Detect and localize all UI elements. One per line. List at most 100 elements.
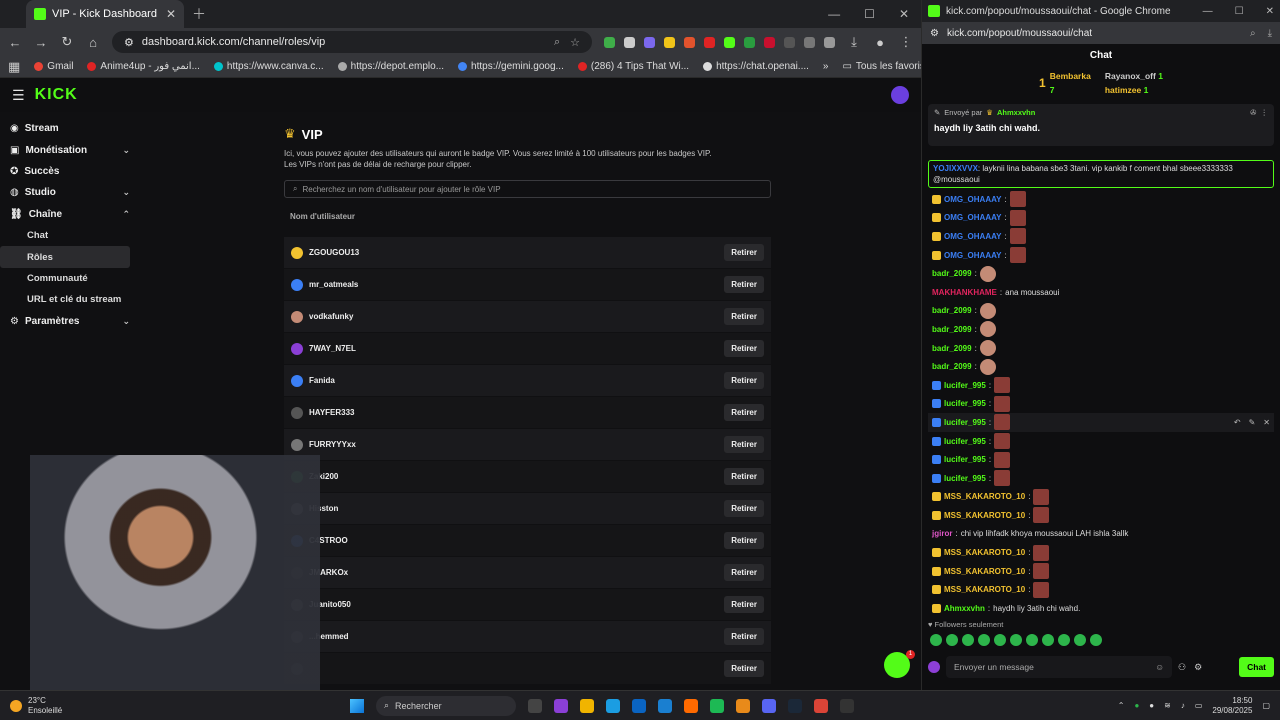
kebab-menu-icon[interactable]: ⋮ (899, 34, 913, 50)
extension-icon[interactable] (764, 36, 775, 48)
unpin-icon[interactable]: ✇ (1250, 108, 1256, 117)
emote-icon[interactable] (946, 634, 958, 646)
home-icon[interactable]: ⌂ (86, 35, 100, 50)
chat-username[interactable]: lucifer_995 (944, 437, 986, 446)
chat-username[interactable]: MAKHANKHAME (932, 288, 997, 297)
bookmarks-overflow-icon[interactable]: » (823, 61, 829, 72)
extension-icon[interactable] (604, 36, 615, 48)
remove-vip-button[interactable]: Retirer (724, 340, 764, 357)
delete-icon[interactable]: ✕ (1263, 418, 1270, 427)
vip-username[interactable]: mr_oatmeals (309, 280, 358, 289)
close-tab-icon[interactable]: ✕ (166, 7, 176, 21)
leader-second-name[interactable]: Rayanox_off (1105, 71, 1156, 81)
chat-username[interactable]: badr_2099 (932, 269, 972, 278)
pinned-message[interactable]: ✎ Envoyé par ♛ Ahmxxvhn ✇ ⋮ haydh liy 3a… (928, 104, 1274, 146)
chat-username[interactable]: lucifer_995 (944, 455, 986, 464)
remove-vip-button[interactable]: Retirer (724, 532, 764, 549)
emote-icon[interactable] (1074, 634, 1086, 646)
chat-username[interactable]: OMG_OHAAAY (944, 232, 1002, 241)
edge-icon[interactable] (606, 698, 620, 713)
browser-tab[interactable]: VIP - Kick Dashboard ✕ (26, 0, 184, 28)
emote-icon[interactable] (930, 634, 942, 646)
remove-vip-button[interactable]: Retirer (724, 244, 764, 261)
windows-start-icon[interactable] (350, 698, 364, 713)
app-icon[interactable] (554, 698, 568, 713)
zoom-icon[interactable]: ⌕ (554, 36, 560, 49)
firefox-icon[interactable] (684, 698, 698, 713)
outlook-icon[interactable] (632, 698, 646, 713)
chat-message[interactable]: OMG_OHAAAY: (928, 209, 1274, 228)
chat-message[interactable]: Ahmxxvhn: haydh liy 3atih chi wahd. (928, 599, 1274, 618)
chat-username[interactable]: MSS_KAKAROTO_10 (944, 585, 1025, 594)
chat-message[interactable]: OMG_OHAAAY: (928, 190, 1274, 209)
extension-icon[interactable] (784, 36, 795, 48)
apps-grid-icon[interactable]: ▦ (8, 59, 20, 75)
download-icon[interactable]: ⤓ (1268, 28, 1272, 39)
chat-message[interactable]: MSS_KAKAROTO_10: (928, 580, 1274, 599)
bookmark-gmail[interactable]: Gmail (34, 61, 73, 72)
spotify-icon[interactable] (710, 698, 724, 713)
vip-username[interactable]: HAYFER333 (309, 408, 355, 417)
extension-icon[interactable] (704, 36, 715, 48)
chat-username[interactable]: lucifer_995 (944, 418, 986, 427)
chat-username[interactable]: OMG_OHAAAY (944, 213, 1002, 222)
sidebar-item-roles[interactable]: Rôles (0, 246, 130, 268)
chat-username[interactable]: lucifer_995 (944, 381, 986, 390)
user-avatar[interactable] (891, 86, 909, 104)
minimize-icon[interactable]: — (1203, 6, 1213, 17)
sidebar-item-succes[interactable]: ✪ Succès (0, 161, 140, 182)
remove-vip-button[interactable]: Retirer (724, 436, 764, 453)
volume-icon[interactable]: ♪ (1181, 701, 1185, 710)
emote-icon[interactable] (1058, 634, 1070, 646)
new-tab-icon[interactable]: ＋ (192, 4, 206, 24)
tray-app-icon[interactable]: ● (1134, 701, 1139, 710)
highlighted-message[interactable]: YOJIXXVVX: layknii lina babana sbe3 3tan… (928, 160, 1274, 188)
chat-username[interactable]: MSS_KAKAROTO_10 (944, 511, 1025, 520)
bookmark-canva[interactable]: https://www.canva.c... (213, 61, 324, 72)
remove-vip-button[interactable]: Retirer (724, 404, 764, 421)
close-window-icon[interactable]: ✕ (1266, 6, 1274, 17)
remove-vip-button[interactable]: Retirer (724, 468, 764, 485)
chat-username[interactable]: MSS_KAKAROTO_10 (944, 492, 1025, 501)
chat-message[interactable]: badr_2099: (928, 320, 1274, 339)
chat-username[interactable]: lucifer_995 (944, 399, 986, 408)
emote-icon[interactable] (1010, 634, 1022, 646)
sidebar-item-monetisation[interactable]: ▣ Monétisation ⌄ (0, 139, 140, 160)
chat-message[interactable]: lucifer_995: (928, 450, 1274, 469)
chat-message-input[interactable]: Envoyer un message ☺ (946, 656, 1172, 678)
vip-username[interactable]: Fanida (309, 376, 335, 385)
chat-username[interactable]: MSS_KAKAROTO_10 (944, 567, 1025, 576)
bookmark-anime[interactable]: Anime4up - انمي فور... (87, 61, 200, 72)
bookmark-gemini[interactable]: https://gemini.goog... (458, 61, 564, 72)
app-icon[interactable] (736, 698, 750, 713)
remove-vip-button[interactable]: Retirer (724, 276, 764, 293)
hamburger-menu-icon[interactable]: ☰ (12, 87, 25, 104)
chat-message[interactable]: lucifer_995: (928, 395, 1274, 414)
sidebar-item-communaute[interactable]: Communauté (0, 268, 140, 289)
chat-username[interactable]: badr_2099 (932, 325, 972, 334)
emote-icon[interactable] (1026, 634, 1038, 646)
extension-icon[interactable] (624, 36, 635, 48)
chat-message[interactable]: badr_2099: (928, 339, 1274, 358)
app-icon[interactable] (840, 698, 854, 713)
extension-icon[interactable] (804, 36, 815, 48)
bookmark-youtube[interactable]: (286) 4 Tips That Wi... (577, 61, 689, 72)
extension-icon[interactable] (664, 36, 675, 48)
emote-icon[interactable] (994, 634, 1006, 646)
site-info-icon[interactable]: ⚙ (930, 28, 939, 39)
taskbar-search[interactable]: ⌕ Rechercher (376, 695, 516, 716)
download-icon[interactable]: ⤓ (847, 34, 861, 50)
chrome-icon[interactable] (814, 698, 828, 713)
kick-logo[interactable]: KICK (35, 86, 78, 104)
sidebar-item-stream-key[interactable]: URL et clé du stream (0, 289, 140, 310)
bookmark-depot[interactable]: https://depot.emplo... (337, 61, 444, 72)
zoom-icon[interactable]: ⌕ (1250, 28, 1256, 39)
settings-icon[interactable]: ⚙ (1194, 662, 1202, 673)
vip-username[interactable]: 7WAY_N7EL (309, 344, 356, 353)
remove-vip-button[interactable]: Retirer (724, 500, 764, 517)
app-icon[interactable] (528, 698, 542, 713)
profile-avatar[interactable]: ● (873, 35, 887, 50)
chat-message[interactable]: lucifer_995: ↶ ✎ ✕ (928, 413, 1274, 432)
close-window-icon[interactable]: ✕ (899, 7, 909, 21)
chat-username[interactable]: OMG_OHAAAY (944, 251, 1002, 260)
